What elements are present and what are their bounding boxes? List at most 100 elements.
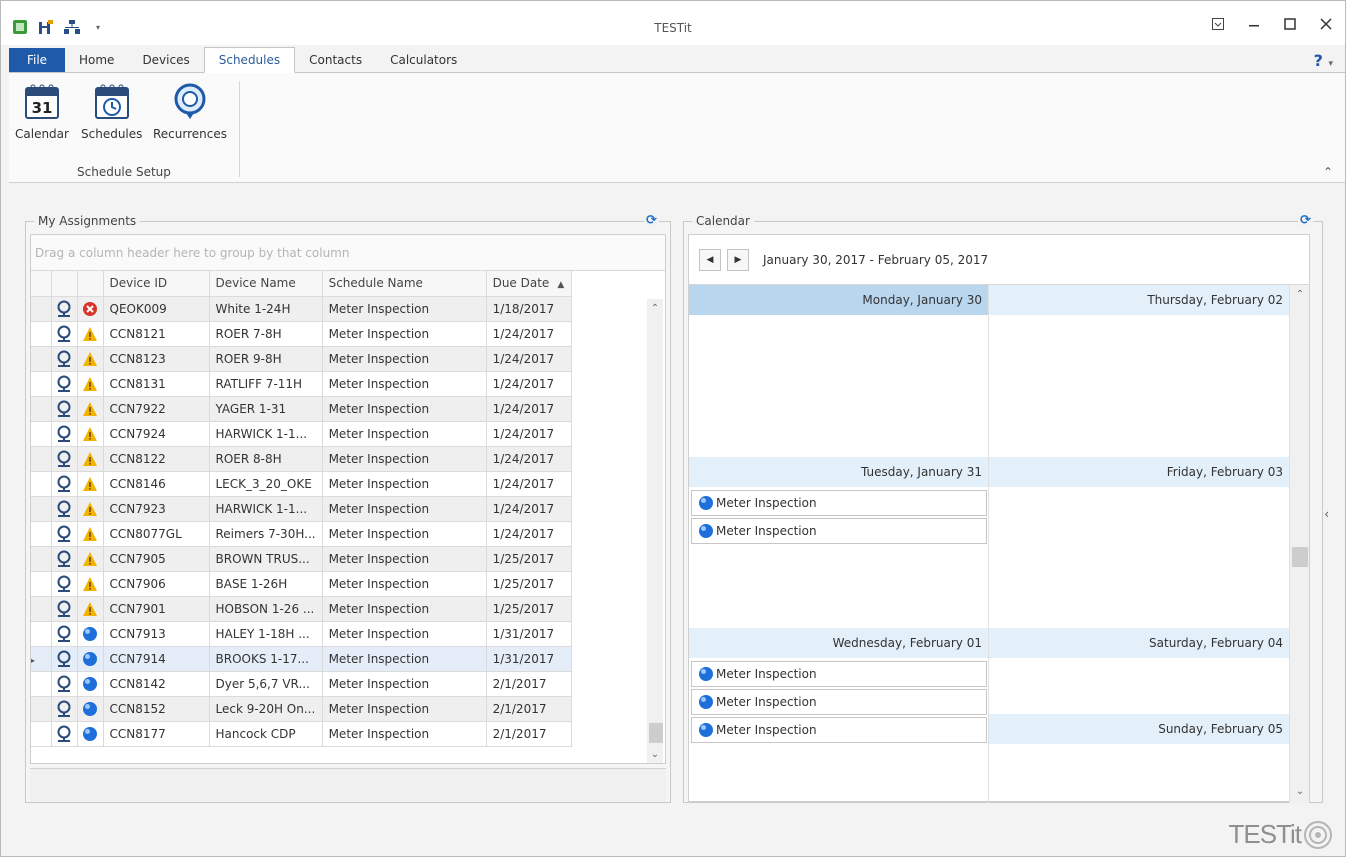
grid-vertical-scrollbar[interactable]: ⌃ ⌄: [647, 299, 663, 763]
scrollbar-thumb[interactable]: [1292, 547, 1308, 567]
calendar-button[interactable]: 31 Calendar: [15, 81, 69, 141]
inspect-icon[interactable]: [52, 497, 77, 521]
recurrences-button[interactable]: Recurrences: [153, 81, 227, 141]
inspect-icon[interactable]: [52, 472, 77, 496]
row-action-cell[interactable]: [51, 446, 78, 472]
side-panel-toggle-icon[interactable]: ‹: [1324, 507, 1329, 521]
table-row[interactable]: CCN8131 RATLIFF 7-11H Meter Inspection 1/24…: [31, 371, 572, 397]
table-row[interactable]: QEOK009 White 1-24H Meter Inspection 1/18/2…: [31, 296, 572, 322]
inspect-icon[interactable]: [52, 597, 77, 621]
row-action-cell[interactable]: [51, 621, 78, 647]
inspect-icon[interactable]: [52, 622, 77, 646]
day-header-sunday[interactable]: Sunday, February 05: [989, 714, 1289, 744]
tab-file[interactable]: File: [9, 48, 65, 72]
day-header-tuesday[interactable]: Tuesday, January 31: [689, 457, 988, 487]
inspect-icon[interactable]: [52, 372, 77, 396]
table-row[interactable]: CCN7901 HOBSON 1-26 ... Meter Inspection 1/…: [31, 596, 572, 622]
inspect-icon[interactable]: [52, 397, 77, 421]
appointment-wednesday-2[interactable]: Meter Inspection: [691, 689, 987, 715]
group-by-panel[interactable]: Drag a column header here to group by th…: [31, 235, 665, 271]
tab-schedules[interactable]: Schedules: [203, 47, 296, 73]
calendar-refresh-icon[interactable]: ⟳: [1298, 213, 1313, 228]
row-action-cell[interactable]: [51, 496, 78, 522]
inspect-icon[interactable]: [52, 722, 77, 746]
inspect-icon[interactable]: [52, 322, 77, 346]
row-action-cell[interactable]: [51, 421, 78, 447]
table-row[interactable]: CCN8123 ROER 9-8H Meter Inspection 1/24/201…: [31, 346, 572, 372]
day-header-thursday[interactable]: Thursday, February 02: [989, 285, 1289, 315]
inspect-icon[interactable]: [52, 522, 77, 546]
row-action-cell[interactable]: [51, 521, 78, 547]
tab-devices[interactable]: Devices: [128, 48, 203, 72]
header-device-id[interactable]: Device ID: [103, 271, 210, 297]
inspect-icon[interactable]: [52, 572, 77, 596]
row-action-cell[interactable]: [51, 296, 78, 322]
scroll-down-icon[interactable]: ⌄: [647, 749, 663, 765]
table-row[interactable]: CCN7906 BASE 1-26H Meter Inspection 1/25/20…: [31, 571, 572, 597]
day-header-wednesday[interactable]: Wednesday, February 01: [689, 628, 988, 658]
previous-week-button[interactable]: ◀: [699, 248, 721, 271]
row-action-cell[interactable]: [51, 721, 78, 747]
table-row[interactable]: CCN8122 ROER 8-8H Meter Inspection 1/24/201…: [31, 446, 572, 472]
table-row[interactable]: ▸ CCN7914 BROOKS 1-17... Meter Inspection 1/…: [31, 646, 572, 672]
minimize-icon[interactable]: [1245, 15, 1263, 33]
day-header-monday[interactable]: Monday, January 30: [689, 285, 988, 315]
table-row[interactable]: CCN7923 HARWICK 1-1... Meter Inspection 1/2…: [31, 496, 572, 522]
assignments-refresh-icon[interactable]: ⟳: [644, 213, 659, 228]
inspect-icon[interactable]: [52, 647, 77, 671]
schedules-button[interactable]: Schedules: [81, 81, 142, 141]
table-row[interactable]: CCN7913 HALEY 1-18H ... Meter Inspection 1/…: [31, 621, 572, 647]
close-icon[interactable]: [1317, 15, 1335, 33]
appointment-tuesday-1[interactable]: Meter Inspection: [691, 490, 987, 516]
header-device-name[interactable]: Device Name: [209, 271, 323, 297]
next-week-button[interactable]: ▶: [727, 248, 749, 271]
table-row[interactable]: CCN8121 ROER 7-8H Meter Inspection 1/24/201…: [31, 321, 572, 347]
scroll-down-icon[interactable]: ⌄: [1290, 786, 1310, 797]
appointment-wednesday-3[interactable]: Meter Inspection: [691, 717, 987, 743]
day-header-friday[interactable]: Friday, February 03: [989, 457, 1289, 487]
header-schedule-name[interactable]: Schedule Name: [322, 271, 487, 297]
row-action-cell[interactable]: [51, 346, 78, 372]
help-button[interactable]: ? ▾: [1314, 51, 1333, 70]
inspect-icon[interactable]: [52, 347, 77, 371]
inspect-icon[interactable]: [52, 672, 77, 696]
inspect-icon[interactable]: [52, 297, 77, 321]
inspect-icon[interactable]: [52, 422, 77, 446]
table-row[interactable]: CCN8142 Dyer 5,6,7 VR... Meter Inspection 2…: [31, 671, 572, 697]
inspect-icon[interactable]: [52, 697, 77, 721]
table-row[interactable]: CCN8077GL Reimers 7-30H... Meter Inspectio…: [31, 521, 572, 547]
inspect-icon[interactable]: [52, 547, 77, 571]
row-action-cell[interactable]: [51, 396, 78, 422]
appointment-wednesday-1[interactable]: Meter Inspection: [691, 661, 987, 687]
row-action-cell[interactable]: [51, 671, 78, 697]
table-row[interactable]: CCN8177 Hancock CDP Meter Inspection 2/1/20…: [31, 721, 572, 747]
header-due-date[interactable]: Due Date ▲: [486, 271, 572, 297]
row-indicator: [31, 671, 52, 697]
tab-contacts[interactable]: Contacts: [295, 48, 376, 72]
row-action-cell[interactable]: [51, 646, 78, 672]
row-action-cell[interactable]: [51, 371, 78, 397]
ribbon-display-icon[interactable]: [1209, 15, 1227, 33]
row-action-cell[interactable]: [51, 321, 78, 347]
calendar-vertical-scrollbar[interactable]: ⌃ ⌄: [1289, 285, 1309, 803]
table-row[interactable]: CCN7924 HARWICK 1-1... Meter Inspection 1/2…: [31, 421, 572, 447]
table-row[interactable]: CCN7905 BROWN TRUS... Meter Inspection 1/25…: [31, 546, 572, 572]
table-row[interactable]: CCN8152 Leck 9-20H On... Meter Inspection 2…: [31, 696, 572, 722]
row-action-cell[interactable]: [51, 471, 78, 497]
row-action-cell[interactable]: [51, 571, 78, 597]
scrollbar-thumb[interactable]: [649, 723, 663, 743]
tab-calculators[interactable]: Calculators: [376, 48, 471, 72]
row-action-cell[interactable]: [51, 546, 78, 572]
scroll-up-icon[interactable]: ⌃: [1290, 289, 1310, 300]
collapse-ribbon-icon[interactable]: ⌃: [1323, 165, 1333, 179]
day-header-saturday[interactable]: Saturday, February 04: [989, 628, 1289, 658]
appointment-tuesday-2[interactable]: Meter Inspection: [691, 518, 987, 544]
inspect-icon[interactable]: [52, 447, 77, 471]
table-row[interactable]: CCN7922 YAGER 1-31 Meter Inspection 1/24/20…: [31, 396, 572, 422]
tab-home[interactable]: Home: [65, 48, 128, 72]
row-action-cell[interactable]: [51, 696, 78, 722]
scroll-up-icon[interactable]: ⌃: [647, 303, 663, 319]
table-row[interactable]: CCN8146 LECK_3_20_OKE Meter Inspection 1/24…: [31, 471, 572, 497]
row-action-cell[interactable]: [51, 596, 78, 622]
maximize-icon[interactable]: [1281, 15, 1299, 33]
